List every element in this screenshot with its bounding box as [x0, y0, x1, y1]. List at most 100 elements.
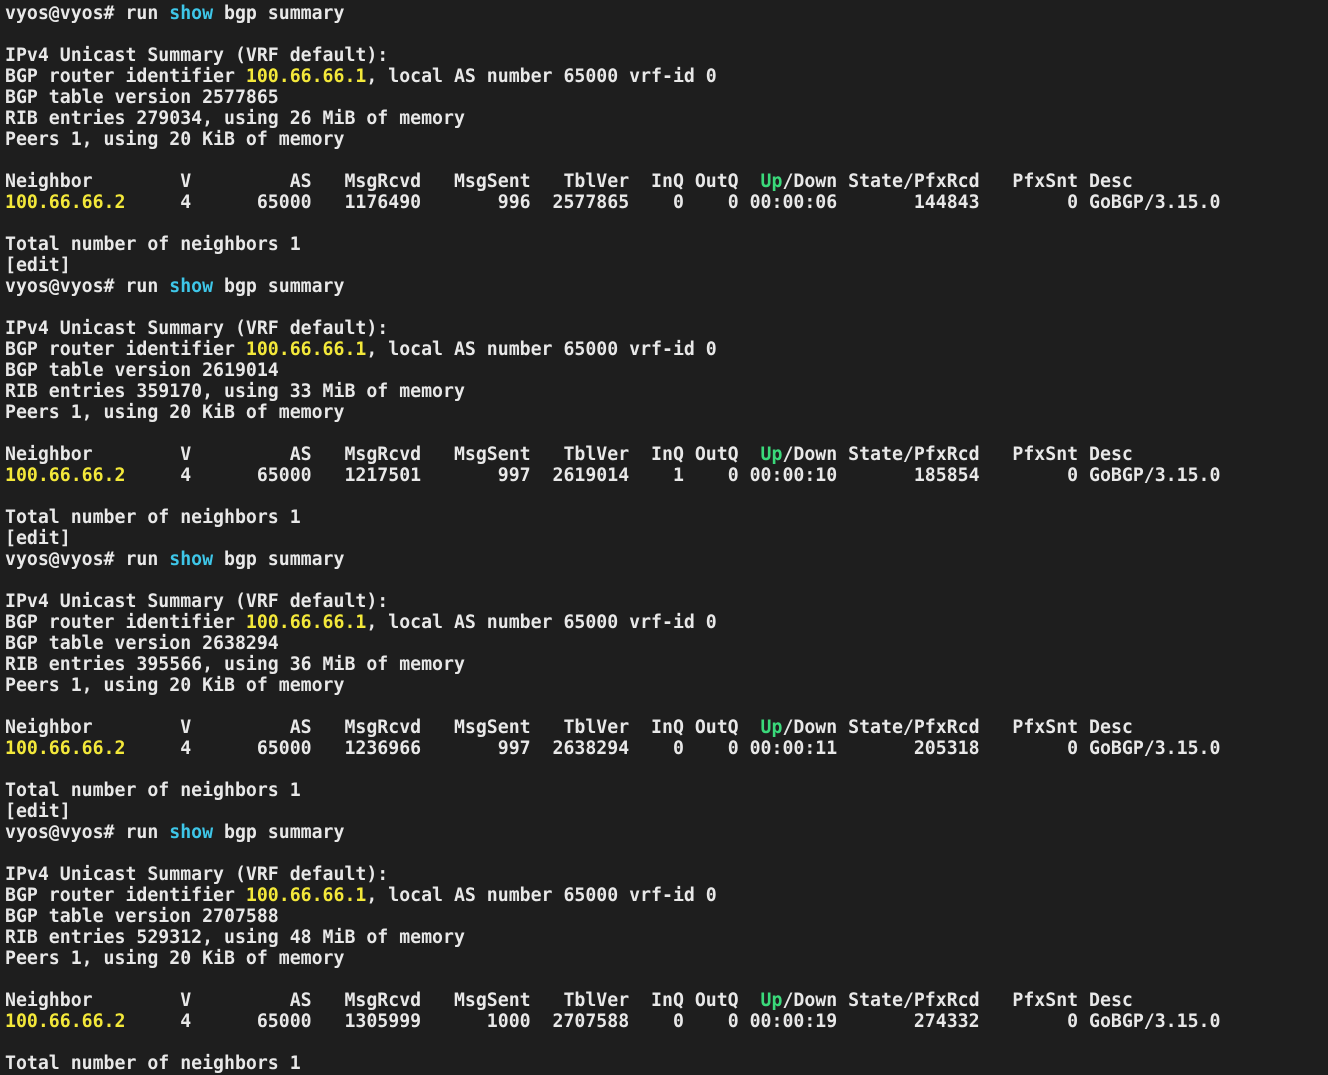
- terminal-line: BGP router identifier 100.66.66.1, local…: [5, 339, 1328, 360]
- line-text: IPv4 Unicast Summary (VRF default):: [5, 864, 389, 885]
- line-text: /Down State/PfxRcd PfxSnt Desc: [782, 717, 1133, 738]
- highlight-ip: 100.66.66.2: [5, 465, 126, 486]
- terminal-line: 100.66.66.2 4 65000 1305999 1000 2707588…: [5, 1011, 1328, 1032]
- terminal-line: vyos@vyos# run show bgp summary: [5, 549, 1328, 570]
- line-text: Peers 1, using 20 KiB of memory: [5, 675, 345, 696]
- line-text: BGP router identifier: [5, 885, 246, 906]
- terminal-line: IPv4 Unicast Summary (VRF default):: [5, 591, 1328, 612]
- highlight-show: show: [169, 276, 214, 297]
- line-text: bgp summary: [213, 276, 345, 297]
- terminal-line: RIB entries 529312, using 48 MiB of memo…: [5, 927, 1328, 948]
- line-text: [edit]: [5, 801, 71, 822]
- highlight-up: Up: [760, 717, 783, 738]
- line-text: Neighbor V AS MsgRcvd MsgSent TblVer InQ…: [5, 990, 761, 1011]
- line-text: 4 65000 1217501 997 2619014 1 0 00:00:10…: [125, 465, 1221, 486]
- line-text: 4 65000 1305999 1000 2707588 0 0 00:00:1…: [125, 1011, 1221, 1032]
- terminal-line: Neighbor V AS MsgRcvd MsgSent TblVer InQ…: [5, 717, 1328, 738]
- line-text: , local AS number 65000 vrf-id 0: [366, 66, 717, 87]
- highlight-ip: 100.66.66.2: [5, 738, 126, 759]
- terminal-line: BGP table version 2638294: [5, 633, 1328, 654]
- terminal-line: IPv4 Unicast Summary (VRF default):: [5, 45, 1328, 66]
- terminal-output[interactable]: vyos@vyos# run show bgp summary IPv4 Uni…: [0, 0, 1328, 1075]
- line-text: RIB entries 279034, using 26 MiB of memo…: [5, 108, 465, 129]
- highlight-show: show: [169, 549, 214, 570]
- line-text: Peers 1, using 20 KiB of memory: [5, 129, 345, 150]
- line-text: Peers 1, using 20 KiB of memory: [5, 948, 345, 969]
- terminal-line: IPv4 Unicast Summary (VRF default):: [5, 318, 1328, 339]
- terminal-line: Total number of neighbors 1: [5, 234, 1328, 255]
- terminal-line: BGP table version 2707588: [5, 906, 1328, 927]
- terminal-line: Peers 1, using 20 KiB of memory: [5, 129, 1328, 150]
- line-text: [edit]: [5, 528, 71, 549]
- line-text: BGP router identifier: [5, 339, 246, 360]
- line-text: IPv4 Unicast Summary (VRF default):: [5, 45, 389, 66]
- terminal-line: RIB entries 359170, using 33 MiB of memo…: [5, 381, 1328, 402]
- highlight-up: Up: [760, 171, 783, 192]
- terminal-line: vyos@vyos# run show bgp summary: [5, 276, 1328, 297]
- highlight-ip: 100.66.66.1: [245, 66, 367, 87]
- terminal-line: vyos@vyos# run show bgp summary: [5, 3, 1328, 24]
- line-text: vyos@vyos# run: [5, 822, 170, 843]
- highlight-show: show: [169, 822, 214, 843]
- terminal-line: Neighbor V AS MsgRcvd MsgSent TblVer InQ…: [5, 444, 1328, 465]
- terminal-line: Peers 1, using 20 KiB of memory: [5, 948, 1328, 969]
- terminal-line: RIB entries 395566, using 36 MiB of memo…: [5, 654, 1328, 675]
- terminal-line: 100.66.66.2 4 65000 1236966 997 2638294 …: [5, 738, 1328, 759]
- line-text: Total number of neighbors 1: [5, 780, 301, 801]
- terminal-line: IPv4 Unicast Summary (VRF default):: [5, 864, 1328, 885]
- terminal-line: BGP router identifier 100.66.66.1, local…: [5, 612, 1328, 633]
- line-text: Peers 1, using 20 KiB of memory: [5, 402, 345, 423]
- highlight-ip: 100.66.66.1: [245, 612, 367, 633]
- highlight-ip: 100.66.66.2: [5, 192, 126, 213]
- line-text: /Down State/PfxRcd PfxSnt Desc: [782, 990, 1133, 1011]
- highlight-ip: 100.66.66.1: [245, 885, 367, 906]
- terminal-line: [edit]: [5, 528, 1328, 549]
- line-text: Total number of neighbors 1: [5, 507, 301, 528]
- terminal-line: [edit]: [5, 801, 1328, 822]
- line-text: , local AS number 65000 vrf-id 0: [366, 612, 717, 633]
- terminal-line: Total number of neighbors 1: [5, 507, 1328, 528]
- line-text: vyos@vyos# run: [5, 276, 170, 297]
- line-text: bgp summary: [213, 822, 345, 843]
- line-text: IPv4 Unicast Summary (VRF default):: [5, 591, 389, 612]
- terminal-line: Neighbor V AS MsgRcvd MsgSent TblVer InQ…: [5, 171, 1328, 192]
- line-text: bgp summary: [213, 3, 345, 24]
- line-text: 4 65000 1176490 996 2577865 0 0 00:00:06…: [125, 192, 1221, 213]
- terminal-line: Peers 1, using 20 KiB of memory: [5, 402, 1328, 423]
- highlight-ip: 100.66.66.1: [245, 339, 367, 360]
- line-text: /Down State/PfxRcd PfxSnt Desc: [782, 444, 1133, 465]
- line-text: Neighbor V AS MsgRcvd MsgSent TblVer InQ…: [5, 444, 761, 465]
- terminal-line: BGP table version 2577865: [5, 87, 1328, 108]
- terminal-line: Total number of neighbors 1: [5, 1053, 1328, 1074]
- terminal-line: Neighbor V AS MsgRcvd MsgSent TblVer InQ…: [5, 990, 1328, 1011]
- line-text: RIB entries 359170, using 33 MiB of memo…: [5, 381, 465, 402]
- line-text: Total number of neighbors 1: [5, 234, 301, 255]
- highlight-ip: 100.66.66.2: [5, 1011, 126, 1032]
- terminal-line: vyos@vyos# run show bgp summary: [5, 822, 1328, 843]
- line-text: RIB entries 395566, using 36 MiB of memo…: [5, 654, 465, 675]
- line-text: bgp summary: [213, 549, 345, 570]
- highlight-up: Up: [760, 444, 783, 465]
- terminal-line: [edit]: [5, 255, 1328, 276]
- line-text: , local AS number 65000 vrf-id 0: [366, 339, 717, 360]
- line-text: /Down State/PfxRcd PfxSnt Desc: [782, 171, 1133, 192]
- terminal-line: BGP router identifier 100.66.66.1, local…: [5, 66, 1328, 87]
- line-text: , local AS number 65000 vrf-id 0: [366, 885, 717, 906]
- terminal-line: Total number of neighbors 1: [5, 780, 1328, 801]
- line-text: BGP table version 2577865: [5, 87, 279, 108]
- terminal-line: 100.66.66.2 4 65000 1176490 996 2577865 …: [5, 192, 1328, 213]
- terminal-line: BGP router identifier 100.66.66.1, local…: [5, 885, 1328, 906]
- terminal-line: 100.66.66.2 4 65000 1217501 997 2619014 …: [5, 465, 1328, 486]
- line-text: RIB entries 529312, using 48 MiB of memo…: [5, 927, 465, 948]
